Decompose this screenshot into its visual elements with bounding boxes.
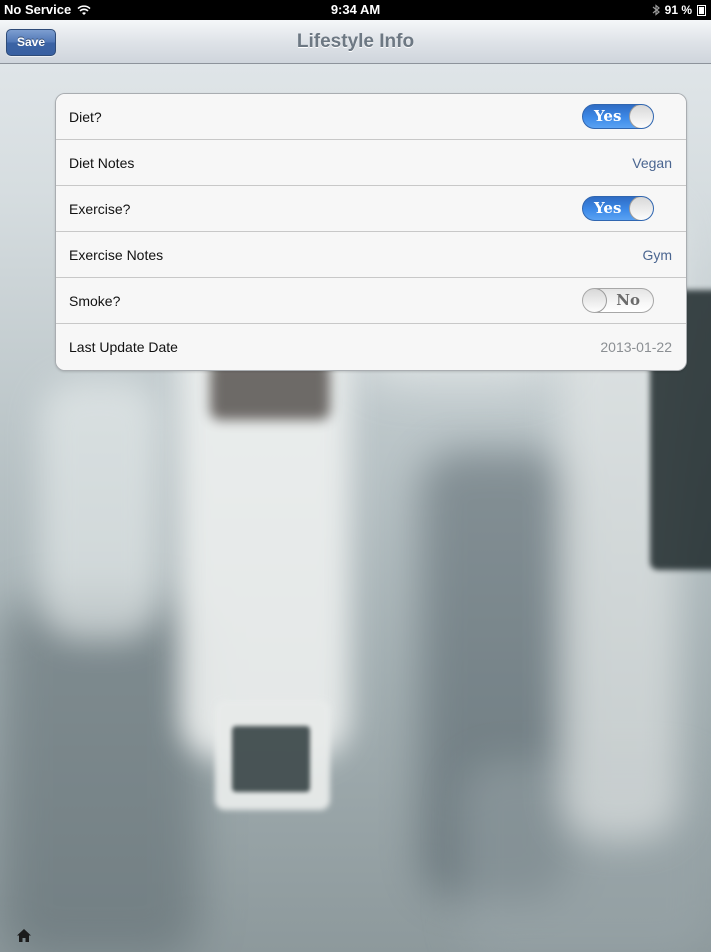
diet-notes-label: Diet Notes: [69, 155, 135, 171]
exercise-toggle[interactable]: Yes: [582, 196, 654, 221]
status-bar: No Service 9:34 AM 91 %: [0, 0, 711, 20]
exercise-toggle-state: Yes: [594, 199, 622, 217]
last-update-row: Last Update Date 2013-01-22: [56, 324, 686, 370]
smoke-toggle-state: No: [616, 291, 640, 309]
diet-toggle-state: Yes: [594, 107, 622, 125]
exercise-notes-value[interactable]: Gym: [642, 232, 672, 278]
diet-label: Diet?: [69, 109, 102, 125]
bluetooth-icon: [652, 4, 660, 16]
exercise-notes-label: Exercise Notes: [69, 247, 164, 263]
app-screen: No Service 9:34 AM 91 % Save Lifestyle I…: [0, 0, 711, 952]
diet-toggle[interactable]: Yes: [582, 104, 654, 129]
toggle-knob: [583, 289, 607, 312]
lifestyle-form: Diet? Yes Diet Notes Vegan Exercise? Yes…: [55, 93, 687, 371]
toggle-knob: [629, 197, 653, 220]
smoke-row: Smoke? No: [56, 278, 686, 324]
page-title: Lifestyle Info: [296, 31, 415, 52]
clock: 9:34 AM: [330, 2, 381, 17]
home-icon[interactable]: [14, 924, 34, 946]
last-update-label: Last Update Date: [69, 339, 178, 355]
toggle-knob: [629, 105, 653, 128]
battery-percent: 91 %: [664, 3, 692, 17]
diet-notes-value[interactable]: Vegan: [632, 140, 672, 186]
exercise-row: Exercise? Yes: [56, 186, 686, 232]
diet-notes-row[interactable]: Diet Notes Vegan: [56, 140, 686, 186]
smoke-toggle[interactable]: No: [582, 288, 654, 313]
battery-icon: [697, 4, 707, 16]
last-update-value: 2013-01-22: [600, 339, 672, 355]
exercise-label: Exercise?: [69, 201, 131, 217]
navigation-bar: Save Lifestyle Info: [0, 20, 711, 64]
smoke-label: Smoke?: [69, 293, 121, 309]
exercise-notes-row[interactable]: Exercise Notes Gym: [56, 232, 686, 278]
diet-row: Diet? Yes: [56, 94, 686, 140]
